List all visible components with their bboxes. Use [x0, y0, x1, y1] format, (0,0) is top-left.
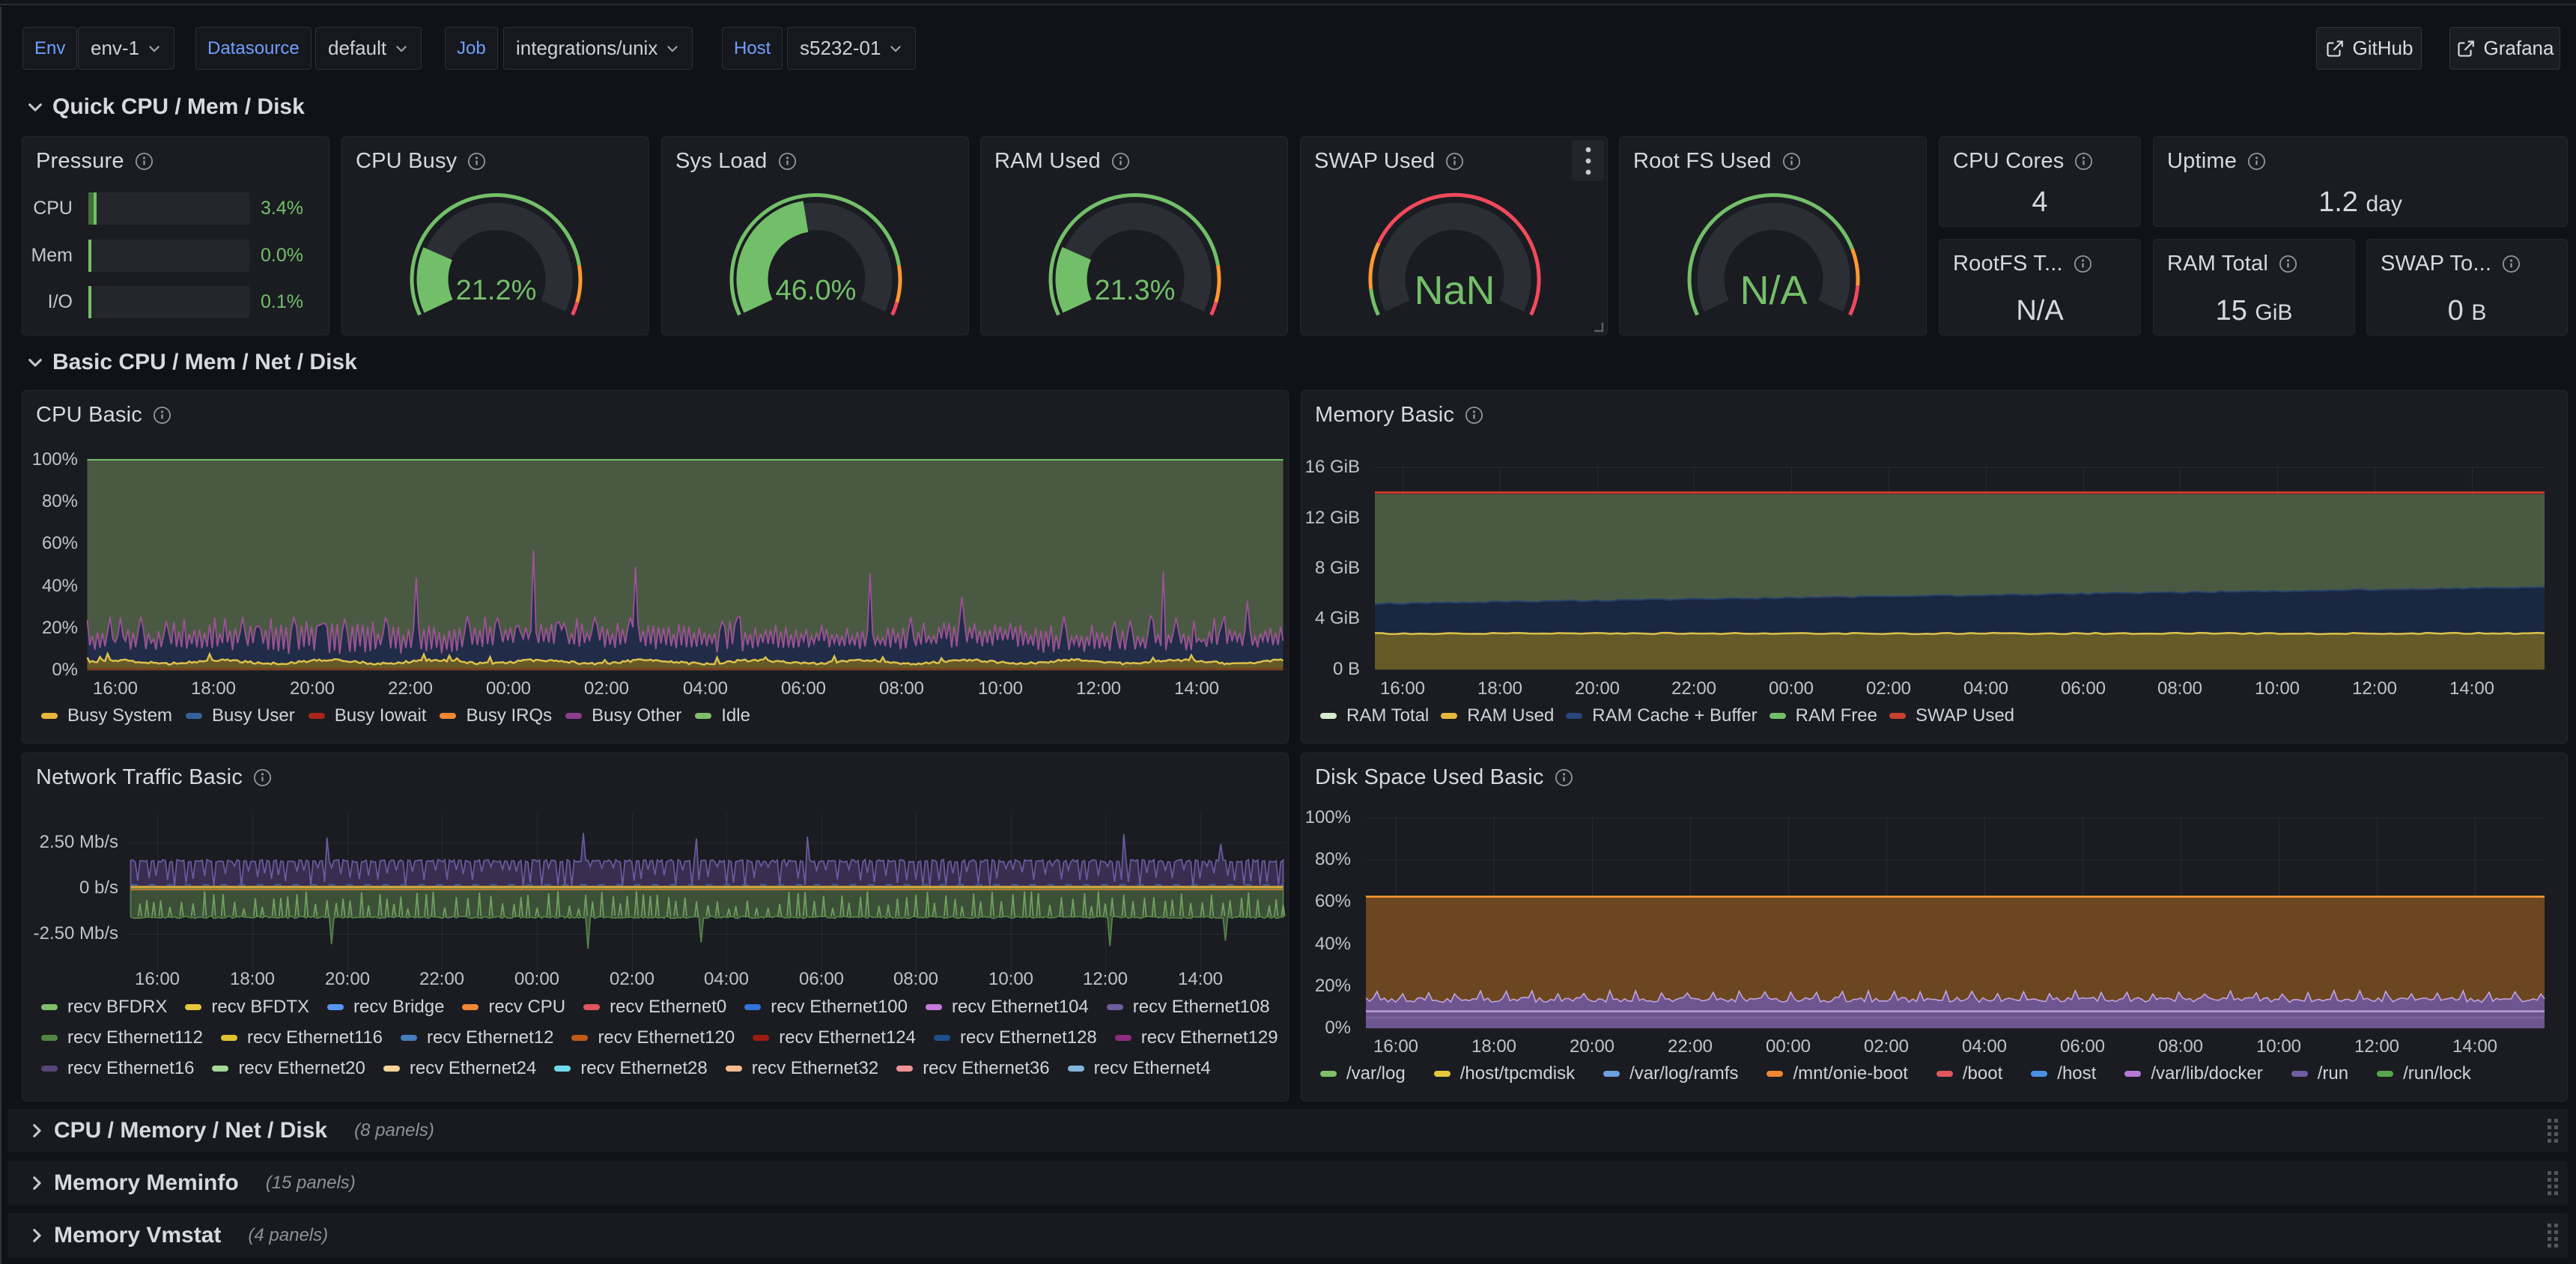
svg-text:46.0%: 46.0%: [776, 275, 857, 306]
svg-text:N/A: N/A: [1740, 268, 1807, 313]
svg-text:21.3%: 21.3%: [1095, 275, 1176, 306]
svg-text:21.2%: 21.2%: [456, 275, 537, 306]
svg-text:NaN: NaN: [1414, 268, 1495, 313]
